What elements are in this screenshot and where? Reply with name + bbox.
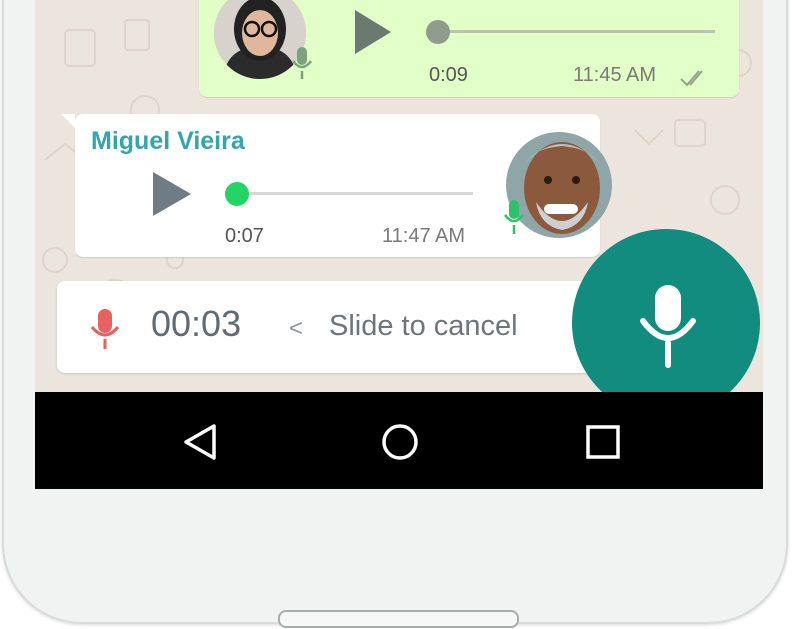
phone-frame: 0:09 11:45 AM Miguel Vieira 0:07 11:47 A…: [2, 0, 788, 624]
play-button[interactable]: [355, 10, 391, 54]
recording-timer: 00:03: [151, 303, 242, 344]
chevron-left-icon: <: [289, 315, 304, 342]
incoming-voice-message: Miguel Vieira 0:07 11:47 AM: [61, 114, 612, 257]
phone-screen: 0:09 11:45 AM Miguel Vieira 0:07 11:47 A…: [35, 0, 763, 489]
physical-home-button[interactable]: [278, 610, 519, 628]
recents-icon[interactable]: [583, 422, 623, 462]
home-icon[interactable]: [380, 422, 420, 462]
audio-progress-knob[interactable]: [225, 182, 249, 206]
message-time: 11:45 AM: [573, 64, 657, 86]
outgoing-voice-message: 0:09 11:45 AM: [199, 0, 739, 97]
audio-duration: 0:07: [225, 225, 264, 247]
play-button[interactable]: [153, 172, 191, 216]
mic-icon: [503, 198, 525, 241]
audio-progress-track[interactable]: [435, 30, 715, 33]
mic-icon: [638, 283, 698, 374]
double-check-icon: [679, 67, 709, 92]
message-time: 11:47 AM: [382, 225, 466, 247]
recording-bar: 00:03 < Slide to cancel: [57, 281, 617, 373]
audio-duration: 0:09: [429, 64, 468, 86]
sender-name[interactable]: Miguel Vieira: [91, 127, 245, 156]
back-icon[interactable]: [181, 422, 221, 462]
audio-progress-knob[interactable]: [426, 20, 450, 44]
navigation-bar: [35, 392, 763, 489]
bubble-tail: [61, 114, 75, 128]
audio-progress-track[interactable]: [237, 192, 473, 195]
chat-background: 0:09 11:45 AM Miguel Vieira 0:07 11:47 A…: [35, 0, 763, 392]
slide-to-cancel-label: Slide to cancel: [329, 310, 518, 342]
mic-icon: [89, 307, 121, 356]
mic-icon: [291, 45, 313, 86]
